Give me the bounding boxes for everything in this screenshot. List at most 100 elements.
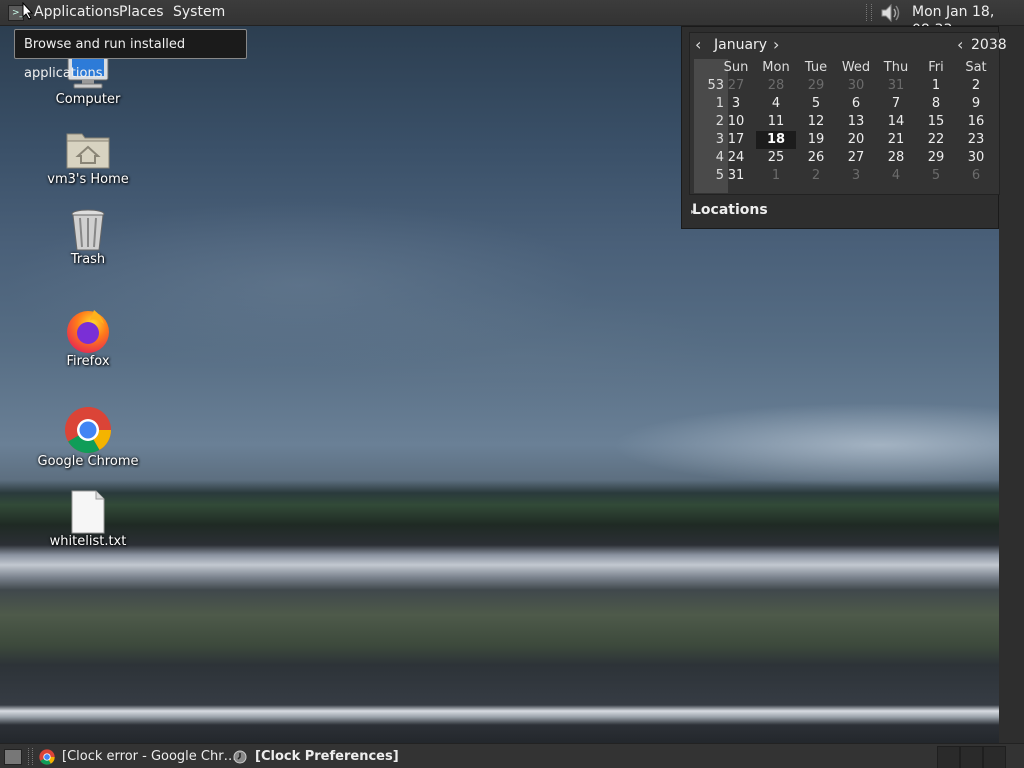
calendar-popup: ‹ January › ‹ 2038 Sun Mon Tue Wed Thu Fri Sat… (681, 26, 1007, 229)
taskbar-item-chrome[interactable]: [Clock error - Google Chr… (37, 744, 237, 768)
calendar-day-other-month[interactable]: 28 (756, 77, 796, 95)
next-month-button[interactable]: › (773, 33, 779, 57)
weekday-header: Sat (965, 60, 987, 75)
desktop-icon-label: Google Chrome (37, 454, 139, 469)
calendar-day[interactable]: 17 (716, 131, 756, 149)
workspace-2[interactable] (960, 746, 983, 768)
calendar-day-other-month[interactable]: 4 (876, 167, 916, 185)
prev-year-button[interactable]: ‹ (957, 33, 963, 57)
calendar-day-other-month[interactable]: 1 (756, 167, 796, 185)
taskbar-item-label: [Clock error - Google Chr… (62, 749, 237, 764)
calendar-day[interactable]: 25 (756, 149, 796, 167)
calendar-day[interactable]: 31 (716, 167, 756, 185)
calendar-widget: ‹ January › ‹ 2038 Sun Mon Tue Wed Thu Fri Sat… (689, 32, 1007, 195)
weekday-header: Fri (928, 60, 944, 75)
calendar-day[interactable]: 20 (836, 131, 876, 149)
calendar-day[interactable]: 16 (956, 113, 996, 131)
mouse-cursor-icon (22, 2, 34, 20)
calendar-day[interactable]: 11 (756, 113, 796, 131)
calendar-day[interactable]: 8 (916, 95, 956, 113)
year-label: 2038 (971, 37, 1007, 53)
prev-month-button[interactable]: ‹ (695, 33, 701, 57)
calendar-day[interactable]: 1 (916, 77, 956, 95)
desktop-edge (999, 25, 1024, 743)
panel-handle[interactable] (866, 4, 872, 21)
calendar-week-row: 13456789 (690, 95, 1001, 113)
calendar-day-selected[interactable]: 18 (756, 131, 796, 149)
calendar-week-row: 3 17 18 19 20 21 22 23 (690, 131, 1001, 149)
month-label: January (714, 37, 768, 53)
calendar-day-other-month[interactable]: 30 (836, 77, 876, 95)
calendar-day[interactable]: 5 (796, 95, 836, 113)
calendar-day-other-month[interactable]: 6 (956, 167, 996, 185)
calendar-day-other-month[interactable]: 2 (796, 167, 836, 185)
places-menu[interactable]: Places (119, 3, 164, 21)
calendar-day[interactable]: 14 (876, 113, 916, 131)
trash-icon (71, 209, 105, 251)
calendar-day-other-month[interactable]: 29 (796, 77, 836, 95)
calendar-day-other-month[interactable]: 5 (916, 167, 956, 185)
weekday-header-row: Sun Mon Tue Wed Thu Fri Sat (690, 59, 1001, 77)
desktop-icon-chrome[interactable]: Google Chrome (33, 406, 143, 469)
system-menu[interactable]: System (173, 3, 225, 21)
desktop-icon-label: Computer (55, 92, 121, 107)
calendar-grid: Sun Mon Tue Wed Thu Fri Sat 53 27 28 29 30 31 1 2 1 3 4 5 6… (690, 59, 1001, 185)
clock-icon (233, 750, 247, 764)
bottom-panel: [Clock error - Google Chr… [Clock Prefer… (0, 743, 1024, 768)
calendar-day[interactable]: 30 (956, 149, 996, 167)
calendar-day[interactable]: 2 (956, 77, 996, 95)
calendar-week-row: 53 27 28 29 30 31 1 2 (690, 77, 1001, 95)
calendar-day-other-month[interactable]: 27 (716, 77, 756, 95)
applications-tooltip: Browse and run installed applications (14, 29, 247, 81)
chrome-icon (39, 749, 55, 765)
desktop-icon-firefox[interactable]: Firefox (33, 306, 143, 369)
calendar-day[interactable]: 7 (876, 95, 916, 113)
calendar-day[interactable]: 4 (756, 95, 796, 113)
desktop-icon-label: Trash (70, 252, 106, 267)
desktop-icon-label: whitelist.txt (49, 534, 127, 549)
chrome-icon (65, 407, 111, 453)
calendar-day[interactable]: 15 (916, 113, 956, 131)
calendar-day[interactable]: 22 (916, 131, 956, 149)
calendar-header: ‹ January › ‹ 2038 (690, 33, 1007, 57)
taskbar-item-label: [Clock Preferences] (255, 749, 399, 764)
volume-icon[interactable] (880, 3, 902, 23)
calendar-day[interactable]: 19 (796, 131, 836, 149)
weekday-header: Thu (883, 60, 909, 75)
panel-handle[interactable] (28, 748, 33, 765)
calendar-day[interactable]: 10 (716, 113, 756, 131)
workspace-3[interactable] (983, 746, 1006, 768)
desktop-icon-label: vm3's Home (47, 172, 129, 187)
calendar-day[interactable]: 26 (796, 149, 836, 167)
calendar-day[interactable]: 29 (916, 149, 956, 167)
calendar-day[interactable]: 3 (716, 95, 756, 113)
calendar-day[interactable]: 12 (796, 113, 836, 131)
desktop-icon-label: Firefox (66, 354, 110, 369)
calendar-week-row: 2 10 11 12 13 14 15 16 (690, 113, 1001, 131)
calendar-day[interactable]: 6 (836, 95, 876, 113)
calendar-day[interactable]: 21 (876, 131, 916, 149)
desktop-screen: >_ Applications Places System Mon Jan 18… (0, 0, 1024, 768)
calendar-week-row: 4 24 25 26 27 28 29 30 (690, 149, 1001, 167)
calendar-day[interactable]: 9 (956, 95, 996, 113)
home-folder-icon (66, 133, 110, 169)
calendar-day[interactable]: 24 (716, 149, 756, 167)
desktop-icon-home[interactable]: vm3's Home (33, 128, 143, 187)
calendar-day[interactable]: 27 (836, 149, 876, 167)
text-file-icon (71, 490, 105, 534)
top-panel: >_ Applications Places System Mon Jan 18… (0, 0, 1024, 38)
desktop-icon-whitelist[interactable]: whitelist.txt (33, 490, 143, 549)
firefox-icon (67, 310, 109, 353)
locations-expander[interactable]: Locations (692, 202, 768, 218)
calendar-day[interactable]: 23 (956, 131, 996, 149)
calendar-day[interactable]: 28 (876, 149, 916, 167)
workspace-1[interactable] (937, 746, 960, 768)
desktop-icon-trash[interactable]: Trash (33, 208, 143, 267)
calendar-day[interactable]: 13 (836, 113, 876, 131)
show-desktop-icon[interactable] (4, 749, 22, 765)
taskbar-item-clock-preferences[interactable]: [Clock Preferences] (230, 744, 399, 768)
calendar-day-other-month[interactable]: 3 (836, 167, 876, 185)
calendar-day-other-month[interactable]: 31 (876, 77, 916, 95)
weekday-header: Tue (804, 60, 828, 75)
applications-menu[interactable]: Applications (34, 3, 120, 21)
